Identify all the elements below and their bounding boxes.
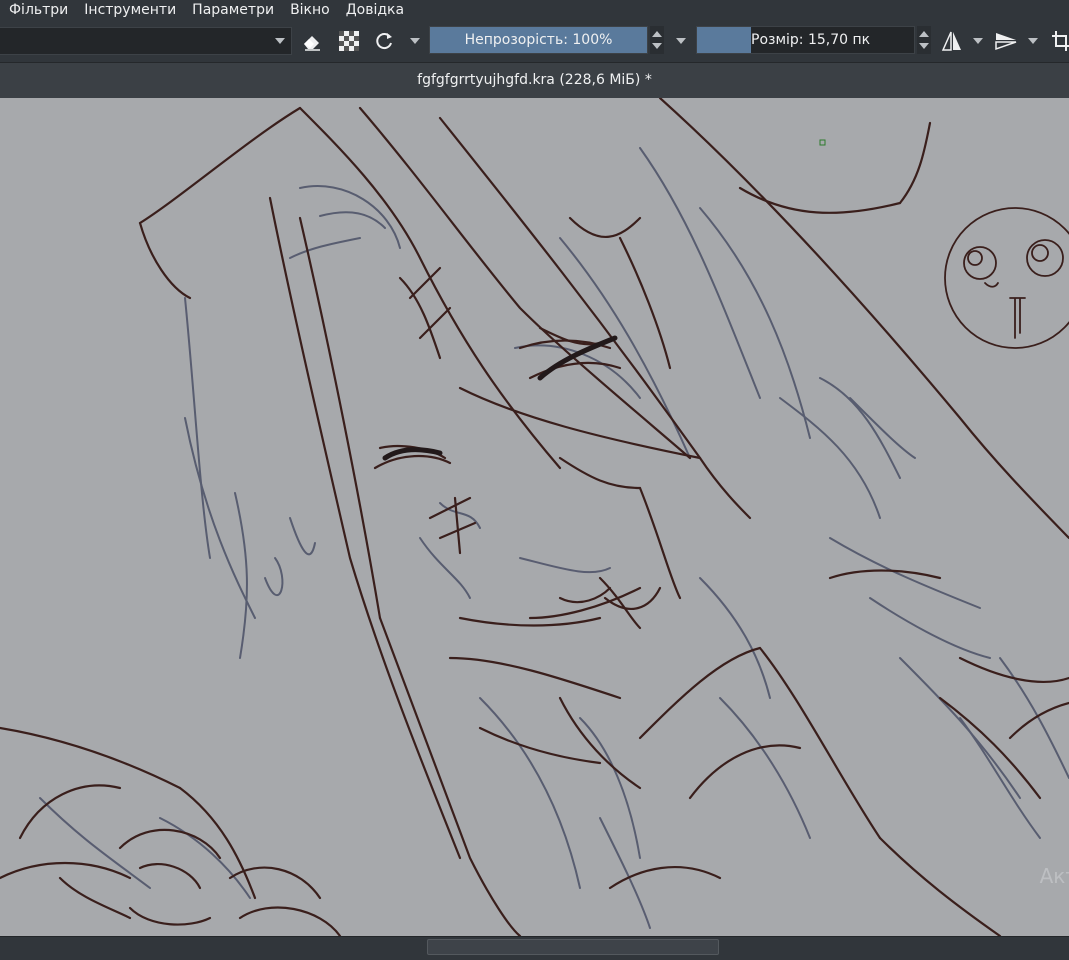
brush-size-spinner[interactable] (917, 26, 931, 54)
spin-up-icon[interactable] (919, 31, 929, 37)
activation-watermark: Акт (1039, 864, 1069, 888)
alpha-lock-button[interactable] (337, 30, 361, 52)
document-title-bar: fgfgfgrrtyujhgfd.kra (228,6 МіБ) * (0, 62, 1069, 98)
chevron-down-icon (275, 38, 285, 44)
scrollbar-thumb[interactable] (427, 939, 719, 955)
brush-size-slider-label: Розмір: 15,70 пк (751, 32, 871, 48)
spin-down-icon[interactable] (652, 43, 662, 49)
opacity-slider[interactable]: Непрозорість: 100% (429, 26, 648, 54)
opacity-spinner[interactable] (650, 26, 664, 54)
mirror-vertical-button[interactable] (994, 30, 1018, 52)
sketch-artwork (0, 98, 1069, 936)
mirror-horizontal-chevron-icon[interactable] (973, 38, 983, 44)
reload-menu-chevron-icon[interactable] (410, 38, 420, 44)
spin-up-icon[interactable] (652, 31, 662, 37)
brush-toolbar: Непрозорість: 100% Розмір: 15,70 пк (0, 22, 1069, 60)
menu-window[interactable]: Вікно (282, 0, 338, 22)
menu-bar: Фільтри Інструменти Параметри Вікно Дові… (0, 0, 1069, 22)
alpha-lock-icon (339, 31, 359, 51)
crop-icon (1052, 31, 1069, 51)
mirror-vertical-icon (995, 33, 1017, 51)
brush-size-slider-fill (697, 27, 751, 53)
menu-help[interactable]: Довідка (338, 0, 412, 22)
mirror-horizontal-button[interactable] (940, 30, 964, 52)
eraser-button[interactable] (300, 30, 324, 52)
horizontal-scrollbar[interactable] (0, 936, 1069, 960)
drawing-canvas[interactable]: Акт (0, 98, 1069, 936)
blending-mode-combo[interactable] (0, 27, 292, 55)
eraser-icon (304, 36, 320, 51)
opacity-slider-label: Непрозорість: 100% (464, 32, 613, 48)
spin-down-icon[interactable] (919, 43, 929, 49)
brush-size-slider[interactable]: Розмір: 15,70 пк (696, 26, 915, 54)
menu-settings[interactable]: Параметри (184, 0, 282, 22)
reload-preset-icon (376, 33, 392, 50)
opacity-menu-chevron-icon[interactable] (676, 38, 686, 44)
reload-preset-button[interactable] (372, 30, 396, 52)
mirror-vertical-chevron-icon[interactable] (1028, 38, 1038, 44)
menu-tools[interactable]: Інструменти (76, 0, 184, 22)
document-title: fgfgfgrrtyujhgfd.kra (228,6 МіБ) * (417, 72, 652, 88)
crop-button[interactable] (1049, 30, 1069, 52)
mirror-horizontal-icon (941, 31, 961, 51)
menu-filters[interactable]: Фільтри (0, 0, 76, 22)
